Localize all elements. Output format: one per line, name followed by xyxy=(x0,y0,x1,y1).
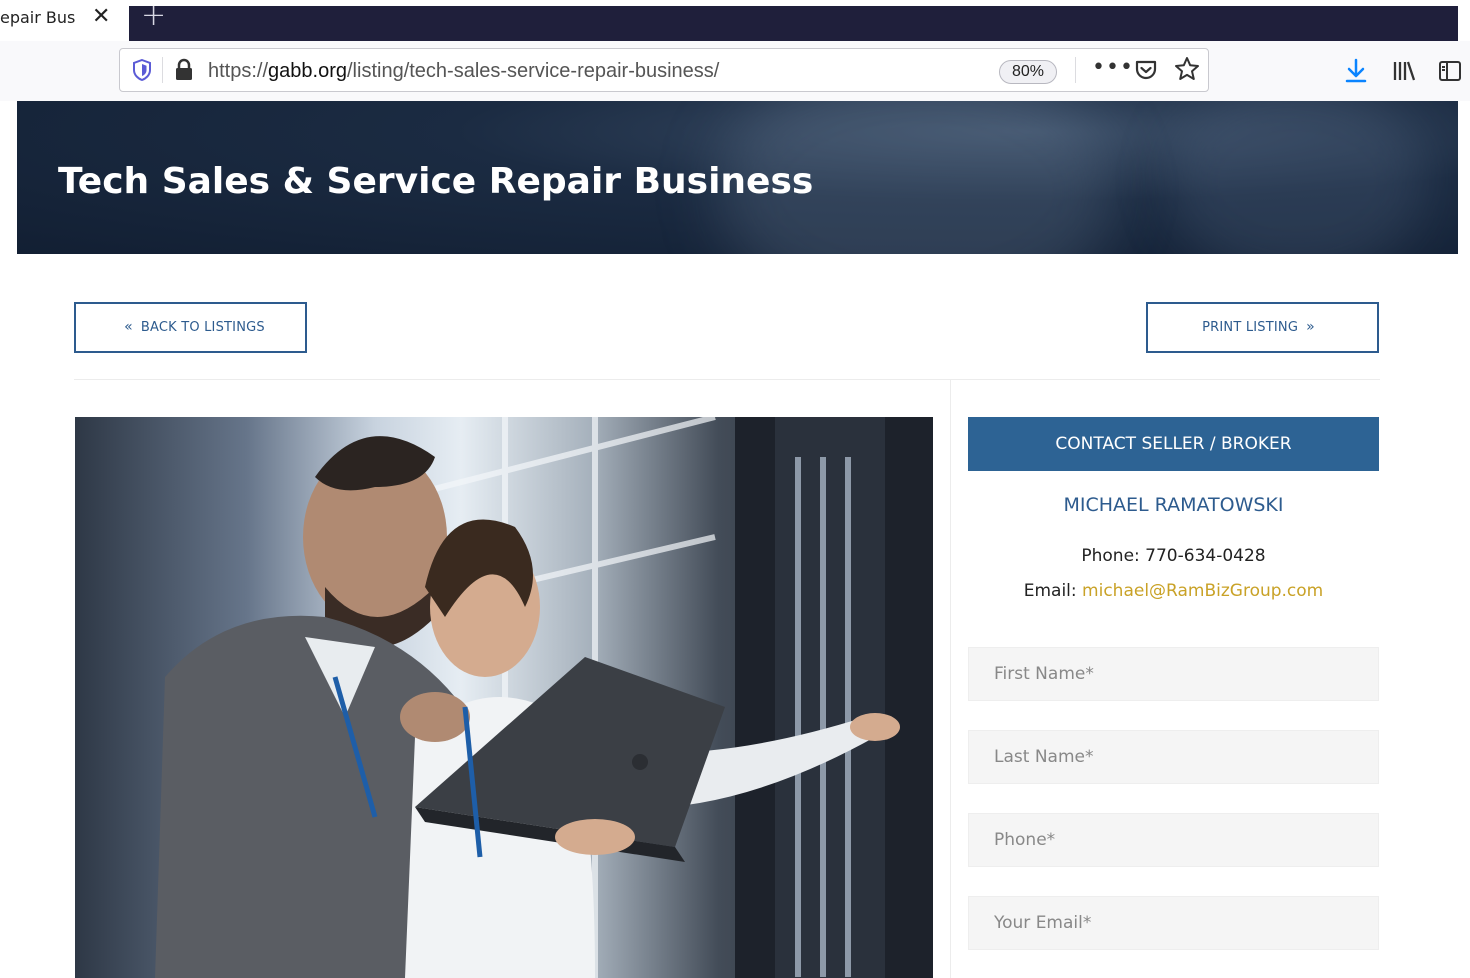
zoom-indicator[interactable]: 80% xyxy=(999,60,1057,84)
page-title: Tech Sales & Service Repair Business xyxy=(58,161,814,202)
url-text[interactable]: https://gabb.org/listing/tech-sales-serv… xyxy=(208,60,719,83)
download-icon[interactable] xyxy=(1344,58,1368,84)
tab-bar: epair Bus ✕ + xyxy=(0,0,1470,41)
listing-photo xyxy=(75,417,933,978)
pocket-icon[interactable] xyxy=(1134,58,1158,82)
seller-name: MICHAEL RAMATOWSKI xyxy=(1063,494,1284,516)
shield-icon[interactable] xyxy=(132,59,152,81)
hero-banner: Tech Sales & Service Repair Business xyxy=(17,101,1458,254)
tab-title: epair Bus xyxy=(0,8,76,27)
url-separator-2 xyxy=(1075,57,1076,83)
double-chevron-right-icon: » xyxy=(1306,319,1315,335)
seller-phone: Phone: 770-634-0428 xyxy=(968,546,1379,566)
url-prefix: https:// xyxy=(208,60,269,82)
last-name-field[interactable] xyxy=(968,730,1379,784)
url-separator xyxy=(162,57,163,83)
phone-label: Phone: xyxy=(1081,546,1140,566)
url-bar[interactable]: https://gabb.org/listing/tech-sales-serv… xyxy=(119,48,1209,92)
double-chevron-left-icon: « xyxy=(124,319,133,335)
tab-strip xyxy=(129,6,1458,41)
listing-photo-illustration xyxy=(155,417,933,978)
url-domain: gabb.org xyxy=(268,60,347,82)
seller-email: Email: michael@RamBizGroup.com xyxy=(968,581,1379,601)
email-field[interactable] xyxy=(968,896,1379,950)
new-tab-icon[interactable]: + xyxy=(141,0,166,32)
close-tab-icon[interactable]: ✕ xyxy=(92,4,110,29)
email-link[interactable]: michael@RamBizGroup.com xyxy=(1082,581,1323,601)
lock-icon[interactable] xyxy=(174,58,194,82)
sidebar-icon[interactable] xyxy=(1438,59,1462,83)
back-to-listings-button[interactable]: « BACK TO LISTINGS xyxy=(74,302,307,353)
nav-bar: https://gabb.org/listing/tech-sales-serv… xyxy=(0,41,1470,101)
contact-panel-header: CONTACT SELLER / BROKER xyxy=(968,417,1379,471)
library-icon[interactable] xyxy=(1392,59,1416,83)
star-icon[interactable] xyxy=(1174,56,1200,82)
print-listing-button[interactable]: PRINT LISTING » xyxy=(1146,302,1379,353)
browser-tab[interactable]: epair Bus ✕ xyxy=(0,0,129,41)
back-to-listings-label: BACK TO LISTINGS xyxy=(140,320,265,335)
first-name-field[interactable] xyxy=(968,647,1379,701)
divider xyxy=(74,379,1380,380)
print-listing-label: PRINT LISTING xyxy=(1202,320,1299,335)
hero-background-shape xyxy=(1167,101,1427,254)
more-icon[interactable]: ••• xyxy=(1092,55,1134,80)
phone-number: 770-634-0428 xyxy=(1145,546,1266,566)
email-label: Email: xyxy=(1023,581,1077,601)
phone-field[interactable] xyxy=(968,813,1379,867)
column-divider xyxy=(950,380,951,978)
url-path: /listing/tech-sales-service-repair-busin… xyxy=(347,60,720,82)
